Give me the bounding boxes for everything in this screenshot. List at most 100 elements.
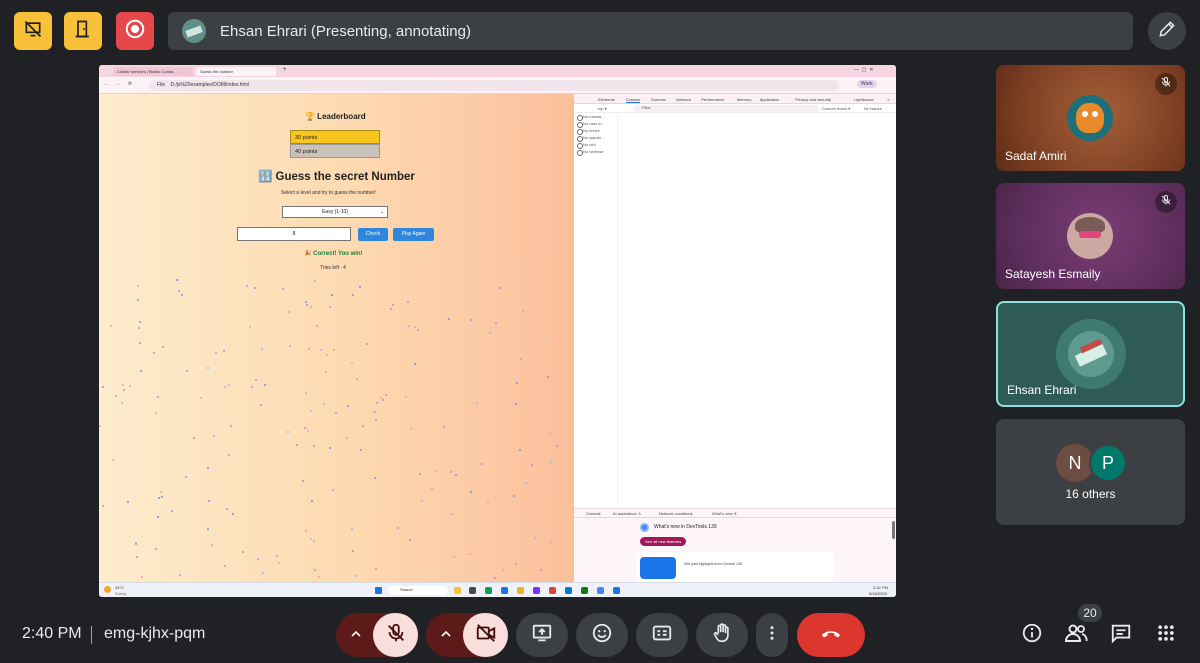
console-filter-item[interactable]: No info bbox=[574, 142, 617, 149]
devtools-tab[interactable]: Elements bbox=[598, 97, 615, 102]
confetti-dot bbox=[306, 304, 308, 306]
reload-icon[interactable]: ⟳ bbox=[128, 81, 132, 87]
confetti-dot bbox=[320, 349, 322, 351]
drawer-tab[interactable]: Network conditions bbox=[659, 511, 693, 516]
mic-off-icon bbox=[1160, 75, 1172, 93]
confetti-dot bbox=[136, 556, 138, 558]
devtools-tab[interactable]: Lighthouse bbox=[854, 97, 874, 102]
meeting-info-button[interactable] bbox=[1018, 621, 1046, 649]
participant-tile[interactable]: Satayesh Esmaily bbox=[996, 183, 1185, 289]
context-select[interactable]: top ▾ bbox=[598, 106, 607, 111]
reactions-button[interactable] bbox=[576, 613, 628, 657]
confetti-dot bbox=[540, 569, 542, 571]
others-tile[interactable]: N P 16 others bbox=[996, 419, 1185, 525]
present-button[interactable] bbox=[516, 613, 568, 657]
chat-button[interactable] bbox=[1107, 621, 1135, 649]
taskbar-app-icon[interactable] bbox=[469, 587, 476, 594]
filter-input[interactable]: Filter bbox=[634, 105, 819, 112]
more-options-button[interactable] bbox=[756, 613, 788, 657]
recording-button[interactable] bbox=[116, 12, 154, 50]
profile-chip[interactable]: Work bbox=[857, 80, 877, 88]
leave-room-button[interactable] bbox=[64, 12, 102, 50]
windows-start-icon[interactable] bbox=[375, 587, 382, 594]
devtools-tab[interactable]: Privacy and security bbox=[795, 97, 831, 102]
browser-tab[interactable]: Cluster services | Elastic Contai… bbox=[113, 67, 193, 76]
camera-toggle-button[interactable] bbox=[463, 613, 508, 657]
taskbar-app-icon[interactable] bbox=[517, 587, 524, 594]
mic-options-button[interactable] bbox=[348, 626, 364, 647]
whats-new-title: What's new in DevTools 139 bbox=[654, 524, 717, 530]
devtools-tab[interactable]: Network bbox=[676, 97, 691, 102]
camera-options-button[interactable] bbox=[438, 626, 454, 647]
participant-tile-active[interactable]: Ehsan Ehrari bbox=[996, 301, 1185, 407]
raise-hand-button[interactable] bbox=[696, 613, 748, 657]
people-icon bbox=[1064, 621, 1088, 650]
presentation-toggle-button[interactable] bbox=[14, 12, 52, 50]
check-button[interactable]: Check bbox=[358, 228, 388, 241]
mic-toggle-button[interactable] bbox=[373, 613, 418, 657]
guess-input[interactable]: 8 bbox=[237, 227, 351, 241]
new-tab-icon[interactable]: + bbox=[283, 67, 287, 73]
confetti-dot bbox=[215, 352, 217, 354]
drawer-tab[interactable]: What's new ✕ bbox=[712, 511, 737, 516]
devtools-tab[interactable]: Application bbox=[760, 97, 780, 102]
drawer-tab[interactable]: Console bbox=[586, 511, 601, 516]
highlights-card[interactable]: See past highlights from Chrome 138 bbox=[636, 552, 834, 582]
levels-select[interactable]: Custom levels ▾ bbox=[822, 106, 850, 111]
taskbar-app-icon[interactable] bbox=[533, 587, 540, 594]
people-button[interactable] bbox=[1062, 621, 1090, 649]
confetti-dot bbox=[242, 551, 244, 553]
window-controls[interactable]: — ▢ ✕ bbox=[854, 67, 873, 73]
confetti-dot bbox=[193, 437, 195, 439]
confetti-dot bbox=[385, 394, 387, 396]
confetti-dot bbox=[162, 346, 164, 348]
confetti-dot bbox=[112, 459, 114, 461]
confetti-dot bbox=[313, 540, 315, 542]
confetti-dot bbox=[351, 528, 353, 530]
console-filter-item[interactable]: No messa… bbox=[574, 114, 617, 121]
taskbar-app-icon[interactable] bbox=[565, 587, 572, 594]
taskbar-app-icon[interactable] bbox=[501, 587, 508, 594]
taskbar-app-icon[interactable] bbox=[454, 587, 461, 594]
confetti-dot bbox=[451, 513, 453, 515]
activities-button[interactable] bbox=[1152, 621, 1180, 649]
taskbar-app-icon[interactable] bbox=[549, 587, 556, 594]
taskbar-app-icon[interactable] bbox=[485, 587, 492, 594]
console-filter-item[interactable]: No user m… bbox=[574, 121, 617, 128]
taskbar-app-icon[interactable] bbox=[581, 587, 588, 594]
console-filter-item[interactable]: No verbose bbox=[574, 149, 617, 156]
back-icon[interactable]: ← bbox=[104, 81, 109, 87]
drawer-scrollbar[interactable] bbox=[892, 521, 895, 539]
confetti-dot bbox=[502, 569, 504, 571]
confetti-dot bbox=[177, 279, 179, 281]
browser-toolbar: ← → ⟳ File D:/js%20examples/DOM/index.ht… bbox=[99, 77, 896, 94]
see-all-button[interactable]: See all new features bbox=[640, 537, 687, 546]
devtools-tab[interactable]: Console bbox=[625, 97, 641, 103]
taskbar-app-icon[interactable] bbox=[597, 587, 604, 594]
confetti-dot bbox=[489, 332, 491, 334]
level-select[interactable]: Easy (1-10) ⌄ bbox=[282, 206, 388, 218]
taskbar-app-icon[interactable] bbox=[613, 587, 620, 594]
console-filter-item[interactable]: No errors bbox=[574, 128, 617, 135]
devtools-tab[interactable]: » bbox=[887, 97, 889, 102]
taskbar-search[interactable]: Search bbox=[388, 586, 448, 595]
chrome-devtools-icon bbox=[640, 523, 649, 532]
play-again-button[interactable]: Play Again bbox=[393, 228, 434, 241]
address-bar[interactable]: File D:/js%20examples/DOM/index.html bbox=[149, 80, 839, 91]
console-filter-item[interactable]: No warnin… bbox=[574, 135, 617, 142]
emoji-icon bbox=[591, 622, 613, 649]
confetti-dot bbox=[186, 370, 188, 372]
confetti-dot bbox=[495, 322, 497, 324]
devtools-tab[interactable]: Sources bbox=[651, 97, 666, 102]
devtools-tab[interactable]: Memory bbox=[737, 97, 751, 102]
devtools-drawer: Console AI assistance ⚠ Network conditions… bbox=[574, 508, 896, 582]
annotate-button[interactable] bbox=[1148, 12, 1186, 50]
confetti-dot bbox=[374, 477, 376, 479]
forward-icon[interactable]: → bbox=[115, 81, 120, 87]
participant-tile[interactable]: Sadaf Amiri bbox=[996, 65, 1185, 171]
drawer-tab[interactable]: AI assistance ⚠ bbox=[613, 511, 642, 516]
leave-call-button[interactable] bbox=[797, 613, 865, 657]
captions-button[interactable] bbox=[636, 613, 688, 657]
browser-tab-active[interactable]: Guess the number bbox=[196, 67, 276, 76]
devtools-tab[interactable]: Performance bbox=[701, 97, 724, 102]
